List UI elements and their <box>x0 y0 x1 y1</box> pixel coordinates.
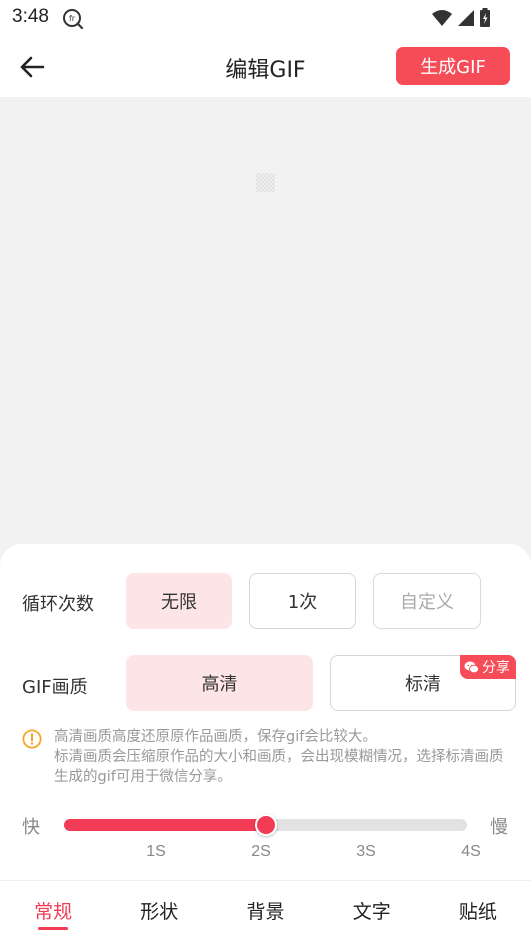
speed-fast-label: 快 <box>22 817 40 838</box>
notice-line-sd: 标清画质会压缩原作品的大小和画质，会出现模糊情况，选择标清画质生成的gif可用于… <box>54 749 504 785</box>
share-badge: 分享 <box>460 655 516 679</box>
speed-slider[interactable] <box>64 814 467 836</box>
quality-option-hd[interactable]: 高清 <box>126 655 313 711</box>
gif-quality-label: GIF画质 <box>22 677 88 698</box>
arrow-left-icon <box>20 56 45 78</box>
loop-count-label: 循环次数 <box>22 594 94 615</box>
speed-tick-4s: 4S <box>461 843 481 860</box>
signal-icon <box>457 9 475 31</box>
tab-label: 常规 <box>34 901 73 923</box>
notice-line-hd: 高清画质高度还原原作品画质，保存gif会比较大。 <box>54 729 377 745</box>
speed-slow-label: 慢 <box>490 817 508 838</box>
active-tab-indicator <box>38 927 69 930</box>
fr-icon: fr <box>62 8 84 34</box>
loop-option-once[interactable]: 1次 <box>249 573 356 629</box>
tab-shape[interactable]: 形状 <box>106 881 212 944</box>
bottom-tab-bar: 常规 形状 背景 文字 贴纸 <box>0 880 531 944</box>
quality-option-label: 高清 <box>201 674 238 695</box>
tab-label: 形状 <box>140 901 179 923</box>
loop-option-custom[interactable]: 自定义 <box>373 573 481 629</box>
loop-option-label: 自定义 <box>400 592 454 613</box>
settings-panel: 循环次数 无限 1次 自定义 GIF画质 高清 标清 分享 高清画质高度还原原作… <box>0 544 531 944</box>
speed-tick-3s: 3S <box>356 843 376 860</box>
tab-sticker[interactable]: 贴纸 <box>425 881 531 944</box>
app-bar: 编辑GIF 生成GIF <box>0 36 531 97</box>
preview-placeholder-image <box>256 173 275 192</box>
tab-text[interactable]: 文字 <box>319 881 425 944</box>
wechat-icon <box>464 661 479 673</box>
quality-option-label: 标清 <box>405 674 441 695</box>
loop-option-infinite[interactable]: 无限 <box>126 573 232 629</box>
slider-thumb[interactable] <box>254 814 277 836</box>
status-bar: 3:48 fr <box>0 0 531 36</box>
notice-text: 高清画质高度还原原作品画质，保存gif会比较大。 标清画质会压缩原作品的大小和画… <box>54 727 514 787</box>
quality-option-sd[interactable]: 标清 分享 <box>330 655 516 711</box>
slider-fill <box>64 819 266 831</box>
status-time: 3:48 <box>12 6 49 27</box>
speed-tick-2s: 2S <box>251 843 271 860</box>
svg-text:fr: fr <box>69 14 76 23</box>
wifi-icon <box>431 9 453 31</box>
tab-background[interactable]: 背景 <box>212 881 318 944</box>
loop-option-label: 1次 <box>287 592 318 613</box>
battery-icon <box>479 8 491 32</box>
tab-label: 背景 <box>246 901 285 923</box>
loop-option-label: 无限 <box>161 592 197 613</box>
back-button[interactable] <box>16 52 48 82</box>
tab-label: 贴纸 <box>458 901 497 923</box>
warning-icon <box>22 729 42 753</box>
generate-gif-button[interactable]: 生成GIF <box>396 47 510 85</box>
tab-label: 文字 <box>352 901 391 923</box>
tab-general[interactable]: 常规 <box>0 881 106 944</box>
share-badge-label: 分享 <box>482 660 510 676</box>
speed-tick-1s: 1S <box>146 843 166 860</box>
gif-preview-area <box>0 97 531 557</box>
